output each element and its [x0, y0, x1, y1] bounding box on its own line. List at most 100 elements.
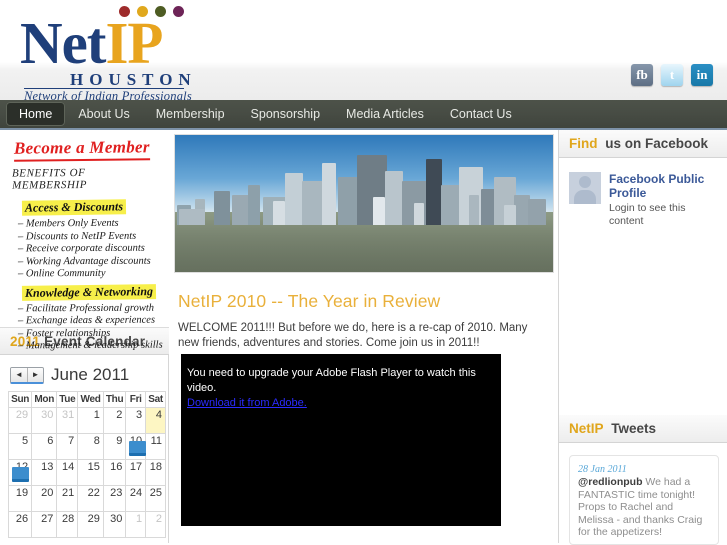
- calendar-event-marker[interactable]: [129, 441, 147, 456]
- calendar-prev-icon[interactable]: ◄: [11, 367, 27, 382]
- calendar-day-cell[interactable]: 9: [102, 433, 127, 460]
- site-header: NetIP HOUSTON Network of Indian Professi…: [0, 0, 727, 103]
- linkedin-icon[interactable]: in: [691, 64, 713, 86]
- calendar-day-cell[interactable]: 20: [31, 485, 58, 512]
- calendar-day-cell[interactable]: 7: [56, 433, 79, 460]
- calendar-day-cell[interactable]: 10: [125, 433, 147, 460]
- building-shape: [214, 191, 231, 226]
- calendar-day-cell[interactable]: 29: [7, 407, 33, 434]
- tweet-item: 28 Jan 2011 @redlionpub We had a FANTAST…: [578, 464, 710, 539]
- calendar-weekday: Tue: [56, 391, 79, 408]
- calendar-weekday: Sun: [7, 391, 33, 408]
- member-benefit-item: – Facilitate Professional growth: [17, 302, 155, 314]
- member-benefit-item: – Online Community: [17, 267, 106, 280]
- calendar-day-cell[interactable]: 23: [102, 485, 127, 512]
- member-benefit-item: – Discounts to NetIP Events: [17, 230, 137, 242]
- member-benefit-item: – Foster relationships: [17, 327, 111, 339]
- main-content: NetIP 2010 -- The Year in Review WELCOME…: [170, 130, 558, 543]
- member-benefit-text: Online Community: [25, 267, 106, 280]
- calendar-day-cell[interactable]: 4: [145, 407, 166, 434]
- tweet-handle[interactable]: @redlionpub: [578, 476, 642, 488]
- building-shape: [384, 171, 403, 226]
- calendar-day-cell[interactable]: 25: [145, 485, 166, 512]
- nav-item-contact-us[interactable]: Contact Us: [437, 102, 525, 126]
- calendar-day-cell[interactable]: 6: [31, 433, 58, 460]
- calendar-day-cell[interactable]: 29: [77, 511, 104, 538]
- member-benefit-text: Exchange ideas & experiences: [25, 314, 156, 327]
- calendar-day-cell[interactable]: 2: [145, 511, 166, 538]
- calendar-weekday: Thu: [102, 391, 127, 408]
- facebook-panel-heading: Find us on Facebook: [559, 130, 727, 158]
- calendar-day-cell[interactable]: 21: [56, 485, 79, 512]
- calendar-day-cell[interactable]: 5: [7, 433, 33, 460]
- member-banner-title: Become a Member: [13, 137, 150, 162]
- right-sidebar: Find us on Facebook Facebook Public Prof…: [558, 130, 727, 545]
- nav-item-home[interactable]: Home: [6, 102, 66, 126]
- calendar-day-cell[interactable]: 17: [125, 459, 147, 486]
- calendar-next-icon[interactable]: ►: [27, 367, 43, 382]
- nav-item-membership[interactable]: Membership: [143, 102, 238, 126]
- main-navigation: Home About Us Membership Sponsorship Med…: [0, 100, 727, 130]
- member-group-knowledge-title: Knowledge & Networking: [21, 283, 157, 301]
- logo-ip-text: IP: [105, 10, 163, 76]
- post-title: NetIP 2010 -- The Year in Review: [178, 291, 441, 311]
- tweets-heading-rest: Tweets: [611, 421, 657, 436]
- calendar-day-cell[interactable]: 26: [7, 511, 33, 538]
- calendar-weekday: Wed: [77, 391, 104, 408]
- calendar-day-cell[interactable]: 3: [125, 407, 147, 434]
- facebook-icon[interactable]: fb: [631, 64, 653, 86]
- calendar-widget: ◄ ► June 2011 Sun Mon Tue Wed Thu Fri Sa…: [0, 355, 168, 538]
- member-benefit-item: – Management & leadership skills: [17, 339, 163, 352]
- tweets-list: 28 Jan 2011 @redlionpub We had a FANTAST…: [569, 455, 719, 545]
- calendar-weekday-row: Sun Mon Tue Wed Thu Fri Sat: [7, 391, 166, 408]
- calendar-day-cell[interactable]: 30: [102, 511, 127, 538]
- nav-item-media-articles[interactable]: Media Articles: [333, 102, 437, 126]
- become-a-member-banner[interactable]: Become a Member BENEFITS OF MEMBERSHIP A…: [0, 130, 169, 351]
- calendar-day-cell[interactable]: 1: [77, 407, 104, 434]
- calendar-day-cell[interactable]: 2: [102, 407, 127, 434]
- calendar-day-cell[interactable]: 1: [125, 511, 147, 538]
- flash-download-link[interactable]: Download it from Adobe.: [187, 397, 307, 409]
- calendar-day-cell[interactable]: 18: [145, 459, 166, 486]
- calendar-day-cell[interactable]: 11: [145, 433, 166, 460]
- calendar-event-marker[interactable]: [12, 467, 29, 482]
- calendar-week-row: 26 27 28 29 30 1 2: [7, 511, 166, 538]
- calendar-day-cell[interactable]: 8: [77, 433, 104, 460]
- calendar-day-cell[interactable]: 13: [31, 459, 58, 486]
- calendar-day-cell[interactable]: 12: [7, 459, 33, 486]
- member-benefit-item: – Exchange ideas & experiences: [17, 314, 156, 327]
- calendar-day-cell[interactable]: 14: [56, 459, 79, 486]
- calendar-day-cell[interactable]: 28: [56, 511, 79, 538]
- tweet-date: 28 Jan 2011: [578, 464, 627, 475]
- social-links: fb t in: [631, 64, 713, 86]
- building-shape: [527, 199, 546, 226]
- calendar-day-cell[interactable]: 16: [102, 459, 127, 486]
- calendar-weekday: Mon: [31, 391, 58, 408]
- nav-item-about-us[interactable]: About Us: [65, 102, 142, 126]
- calendar-week-row: 567891011: [7, 433, 166, 460]
- member-benefit-text: Facilitate Professional growth: [25, 302, 155, 314]
- calendar-day-cell[interactable]: 24: [125, 485, 147, 512]
- tweets-heading-accent: NetIP: [569, 421, 604, 436]
- calendar-day-cell[interactable]: 19: [7, 485, 33, 512]
- calendar-week-row: 12131415161718: [7, 459, 166, 486]
- member-banner-subtitle: BENEFITS OF MEMBERSHIP: [11, 167, 88, 192]
- nav-item-sponsorship[interactable]: Sponsorship: [238, 102, 334, 126]
- building-shape: [284, 173, 303, 226]
- logo-city-text: HOUSTON: [70, 70, 197, 89]
- calendar-month-label: June 2011: [51, 365, 130, 384]
- facebook-profile-name[interactable]: Facebook Public Profile: [609, 172, 719, 200]
- calendar-day-cell[interactable]: 15: [77, 459, 104, 486]
- building-shape: [425, 159, 442, 226]
- calendar-day-cell[interactable]: 31: [56, 407, 79, 434]
- calendar-week-row: 29 30 31 1 2 3 4: [7, 407, 166, 434]
- content-columns: Become a Member BENEFITS OF MEMBERSHIP A…: [0, 130, 727, 545]
- building-shape: [372, 197, 385, 226]
- twitter-icon[interactable]: t: [661, 64, 683, 86]
- calendar-weekday: Fri: [125, 391, 147, 408]
- calendar-day-cell[interactable]: 22: [77, 485, 104, 512]
- flash-player-notice: You need to upgrade your Adobe Flash Pla…: [181, 354, 501, 526]
- facebook-profile-widget[interactable]: Facebook Public Profile Login to see thi…: [559, 158, 727, 228]
- calendar-day-cell[interactable]: 30: [31, 407, 58, 434]
- calendar-day-cell[interactable]: 27: [31, 511, 58, 538]
